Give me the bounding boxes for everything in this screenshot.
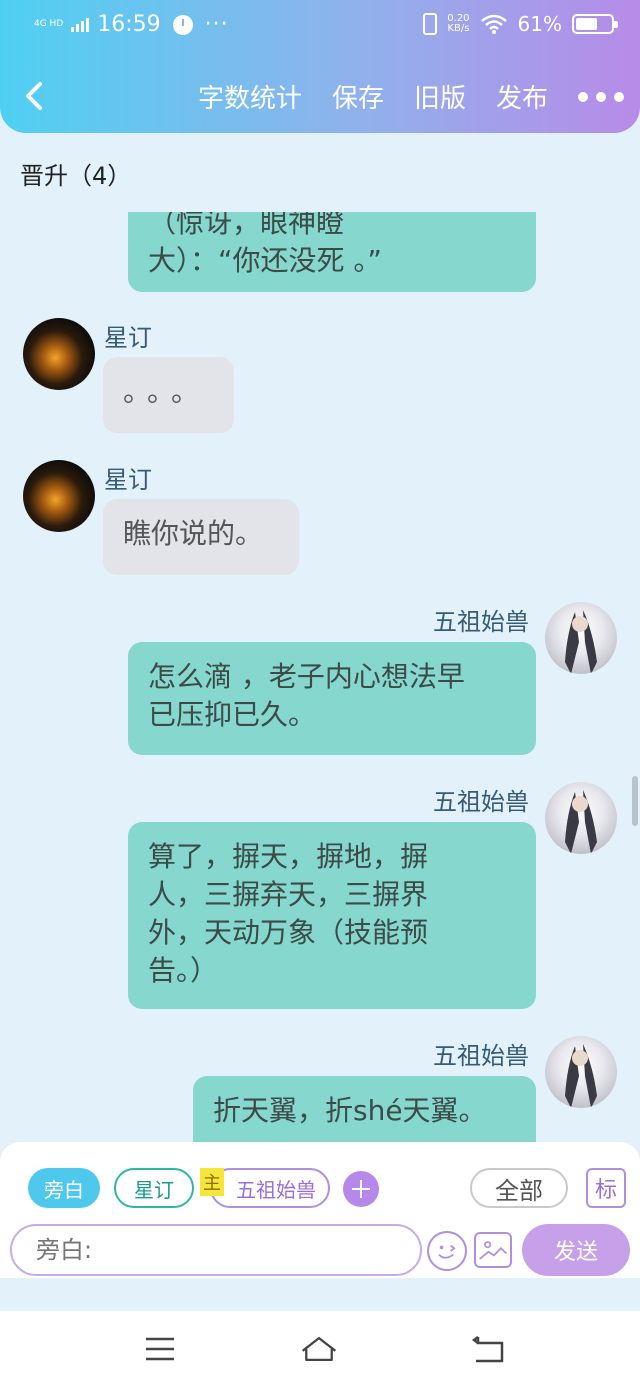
- message-text-line: 大）：“你还没死 。”: [148, 244, 382, 277]
- image-icon[interactable]: [474, 1232, 512, 1268]
- send-button[interactable]: 发送: [522, 1224, 630, 1276]
- publish-button[interactable]: 发布: [496, 78, 548, 115]
- avatar-wuzu[interactable]: [545, 1036, 617, 1108]
- sender-name: 五祖始兽: [433, 1042, 529, 1070]
- protagonist-badge: 主: [200, 1168, 224, 1196]
- more-menu-button[interactable]: [578, 91, 624, 102]
- message-bubble[interactable]: 瞧你说的。: [103, 499, 299, 575]
- emoji-icon[interactable]: [427, 1231, 467, 1271]
- message-bubble[interactable]: 折天翼，折shé天翼。: [193, 1076, 536, 1142]
- sender-name: 五祖始兽: [433, 788, 529, 816]
- more-notifications-icon: ···: [204, 12, 229, 37]
- save-button[interactable]: 保存: [332, 78, 384, 115]
- role-chip-wuzu[interactable]: 五祖始兽: [210, 1168, 330, 1208]
- message-text-line: 算了，摒天，摒地，摒: [148, 840, 429, 873]
- sender-name: 星订: [104, 466, 152, 494]
- clock-time: 16:59: [97, 12, 161, 37]
- old-version-button[interactable]: 旧版: [414, 78, 466, 115]
- role-chip-narration[interactable]: 旁白: [28, 1168, 100, 1208]
- avatar-xingding[interactable]: [23, 318, 95, 390]
- message-text: 瞧你说的。: [123, 517, 264, 550]
- battery-icon: [572, 14, 618, 34]
- avatar-figure-icon: [565, 790, 597, 854]
- avatar-figure-icon: [565, 1044, 597, 1108]
- message-text: 折天翼，折shé天翼。: [213, 1094, 487, 1127]
- system-nav-bar: [0, 1311, 640, 1387]
- message-bubble[interactable]: （惊讶，眼神瞪 大）：“你还没死 。”: [128, 212, 536, 292]
- home-icon[interactable]: [299, 1329, 339, 1369]
- message-text-line: 人，三摒弃天，三摒界: [148, 878, 429, 911]
- app-header: 4G HD 16:59 ··· 0.20 KB/s 61% 字数统计 保存 旧版…: [0, 0, 640, 133]
- message-input[interactable]: [10, 1224, 422, 1276]
- menu-icon[interactable]: [140, 1329, 180, 1369]
- wifi-icon: [480, 14, 507, 34]
- message-bubble[interactable]: 怎么滴 ，老子内心想法早 已压抑已久。: [128, 642, 536, 755]
- toolbar-actions: 字数统计 保存 旧版 发布: [168, 78, 624, 115]
- battery-fill: [576, 18, 597, 30]
- network-speed-unit: KB/s: [447, 23, 470, 34]
- composer-panel: 旁白 星订 五祖始兽 主 全部 标 发送: [0, 1142, 640, 1278]
- network-speed: 0.20 KB/s: [447, 14, 469, 34]
- sender-name: 星订: [104, 324, 152, 352]
- message-text-line: 怎么滴 ，老子内心想法早: [148, 660, 465, 693]
- message-text-line: 告。）: [148, 954, 219, 987]
- sender-name: 五祖始兽: [433, 608, 529, 636]
- status-bar: 4G HD 16:59 ··· 0.20 KB/s 61%: [0, 0, 640, 52]
- role-chip-xingding[interactable]: 星订: [114, 1168, 194, 1208]
- avatar-wuzu[interactable]: [545, 602, 617, 674]
- back-nav-icon[interactable]: [468, 1329, 508, 1369]
- message-text-line: 已压抑已久。: [148, 698, 317, 731]
- message-bubble[interactable]: 。。。: [103, 357, 234, 433]
- avatar-wuzu[interactable]: [545, 782, 617, 854]
- word-count-button[interactable]: 字数统计: [198, 78, 302, 115]
- battery-percent: 61%: [517, 12, 562, 36]
- message-bubble[interactable]: 算了，摒天，摒地，摒 人，三摒弃天，三摒界 外，天动万象（技能预 告。）: [128, 822, 536, 1009]
- avatar-xingding[interactable]: [23, 460, 95, 532]
- message-text: 。。。: [123, 375, 210, 408]
- add-role-button[interactable]: [343, 1171, 379, 1207]
- filter-all-button[interactable]: 全部: [470, 1168, 568, 1208]
- message-text-line: 外，天动万象（技能预: [148, 916, 429, 949]
- scrollbar-thumb[interactable]: [632, 776, 638, 826]
- role-chip-label: 五祖始兽: [236, 1177, 316, 1202]
- network-indicator: 4G HD: [34, 19, 64, 29]
- avatar-figure-icon: [565, 610, 597, 674]
- chat-area[interactable]: （惊讶，眼神瞪 大）：“你还没死 。” 星订 。。。 星订 瞧你说的。 五祖始兽…: [0, 212, 640, 1142]
- signal-icon: [71, 17, 90, 32]
- chapter-title: 晋升（4）: [20, 162, 132, 190]
- message-text-line: （惊讶，眼神瞪: [148, 212, 345, 239]
- back-button[interactable]: [18, 76, 52, 116]
- alarm-icon: [172, 14, 193, 35]
- mark-button[interactable]: 标: [586, 1168, 626, 1208]
- vibrate-icon: [423, 13, 438, 35]
